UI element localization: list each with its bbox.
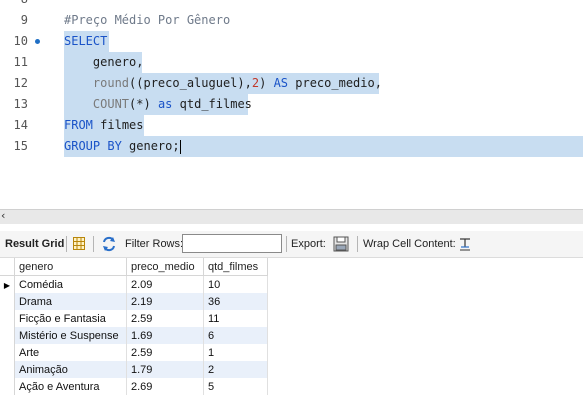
line-number: 14 — [13, 118, 28, 132]
toolbar-divider — [66, 236, 67, 252]
toolbar-divider — [357, 236, 358, 252]
table-row[interactable]: Animação 1.79 2 — [0, 361, 268, 378]
cell-preco-medio[interactable]: 2.19 — [126, 293, 204, 310]
cell-qtd-filmes[interactable]: 11 — [203, 310, 268, 327]
toolbar-divider — [93, 236, 94, 252]
code-line-round: round((preco_aluguel),2) AS preco_medio, — [64, 73, 382, 94]
export-label: Export: — [291, 238, 326, 250]
cell-qtd-filmes[interactable]: 2 — [203, 361, 268, 378]
group-column: genero; — [129, 139, 180, 153]
table-row[interactable]: Ação e Aventura 2.69 5 — [0, 378, 268, 395]
column-header-preco-medio[interactable]: preco_medio — [126, 258, 204, 276]
round-precision: 2 — [251, 76, 260, 90]
line-number: 9 — [20, 13, 28, 27]
wrap-text-icon[interactable] — [459, 237, 471, 251]
code-line-count: COUNT(*) as qtd_filmes — [64, 94, 252, 115]
cell-genero[interactable]: Animação — [14, 361, 127, 378]
cell-qtd-filmes[interactable]: 1 — [203, 344, 268, 361]
cell-preco-medio[interactable]: 1.79 — [126, 361, 204, 378]
row-header-corner — [0, 258, 15, 276]
table-row[interactable]: Ficção e Fantasia 2.59 11 — [0, 310, 268, 327]
row-header — [0, 361, 15, 378]
row-header — [0, 378, 15, 395]
code-line-select: SELECT — [64, 31, 109, 52]
row-header — [0, 344, 15, 361]
cell-genero[interactable]: Ação e Aventura — [14, 378, 127, 395]
from-keyword: FROM — [64, 118, 93, 132]
cell-preco-medio[interactable]: 2.09 — [126, 275, 204, 293]
result-grid[interactable]: genero preco_medio qtd_filmes ▶ Comédia … — [0, 258, 583, 400]
toolbar-divider — [286, 236, 287, 252]
group-by-keyword: GROUP BY — [64, 139, 122, 153]
cell-preco-medio[interactable]: 1.69 — [126, 327, 204, 344]
statement-marker-icon — [35, 39, 40, 44]
line-number: 10 — [13, 34, 28, 48]
filter-rows-input[interactable] — [182, 234, 282, 253]
sql-editor[interactable]: 8 9 10 11 12 13 14 15 #Preço Médio Por G… — [0, 0, 583, 205]
code-line-comment: #Preço Médio Por Gênero — [64, 10, 230, 31]
grid-layout-icon[interactable] — [73, 237, 85, 250]
line-number: 13 — [13, 97, 28, 111]
line-number: 11 — [13, 55, 28, 69]
code-line-genero: genero, — [64, 52, 144, 73]
column-genero: genero, — [92, 55, 144, 69]
text-caret — [179, 139, 181, 154]
cell-genero[interactable]: Mistério e Suspense — [14, 327, 127, 344]
select-keyword: SELECT — [64, 34, 108, 48]
sql-comment: #Preço Médio Por Gênero — [64, 13, 231, 27]
row-header — [0, 327, 15, 344]
cell-genero[interactable]: Comédia — [14, 275, 127, 293]
cell-preco-medio[interactable]: 2.59 — [126, 310, 204, 327]
table-row[interactable]: Arte 2.59 1 — [0, 344, 268, 361]
grid-header-row: genero preco_medio qtd_filmes — [0, 258, 268, 276]
cell-preco-medio[interactable]: 2.69 — [126, 378, 204, 395]
round-args: ((preco_aluguel), — [129, 76, 252, 90]
alias-qtd-filmes: qtd_filmes — [179, 97, 252, 111]
round-function: round — [92, 76, 130, 90]
as-keyword: AS — [273, 76, 289, 90]
export-icon[interactable] — [333, 236, 349, 252]
cell-qtd-filmes[interactable]: 6 — [203, 327, 268, 344]
row-header — [0, 293, 15, 310]
line-number: 8 — [0, 0, 28, 10]
result-toolbar: Result Grid Filter Rows: Export: Wrap Ce… — [0, 231, 583, 258]
scroll-left-icon[interactable]: ‹ — [1, 209, 5, 223]
alias-preco-medio: preco_medio, — [295, 76, 382, 90]
row-header — [0, 310, 15, 327]
as-keyword: as — [157, 97, 173, 111]
column-header-qtd-filmes[interactable]: qtd_filmes — [203, 258, 268, 276]
horizontal-scrollbar[interactable]: ‹ — [0, 209, 583, 224]
cell-genero[interactable]: Arte — [14, 344, 127, 361]
table-row[interactable]: Drama 2.19 36 — [0, 293, 268, 310]
code-line-group-by: GROUP BY genero; — [64, 136, 583, 157]
line-number: 12 — [13, 76, 28, 90]
table-name: filmes — [100, 118, 144, 132]
result-grid-label: Result Grid — [5, 238, 65, 250]
column-header-genero[interactable]: genero — [14, 258, 127, 276]
count-function: COUNT — [92, 97, 130, 111]
cell-qtd-filmes[interactable]: 5 — [203, 378, 268, 395]
cell-genero[interactable]: Ficção e Fantasia — [14, 310, 127, 327]
table-row[interactable]: Mistério e Suspense 1.69 6 — [0, 327, 268, 344]
cell-qtd-filmes[interactable]: 36 — [203, 293, 268, 310]
cell-qtd-filmes[interactable]: 10 — [203, 275, 268, 293]
wrap-cell-content-label: Wrap Cell Content: — [363, 238, 456, 250]
filter-rows-label: Filter Rows: — [125, 238, 184, 250]
refresh-icon[interactable] — [101, 236, 117, 252]
current-row-indicator-icon: ▶ — [0, 275, 15, 293]
line-number: 15 — [13, 139, 28, 153]
cell-preco-medio[interactable]: 2.59 — [126, 344, 204, 361]
count-args: (*) — [129, 97, 151, 111]
cell-genero[interactable]: Drama — [14, 293, 127, 310]
code-line-from: FROM filmes — [64, 115, 144, 136]
table-row[interactable]: ▶ Comédia 2.09 10 — [0, 275, 268, 293]
